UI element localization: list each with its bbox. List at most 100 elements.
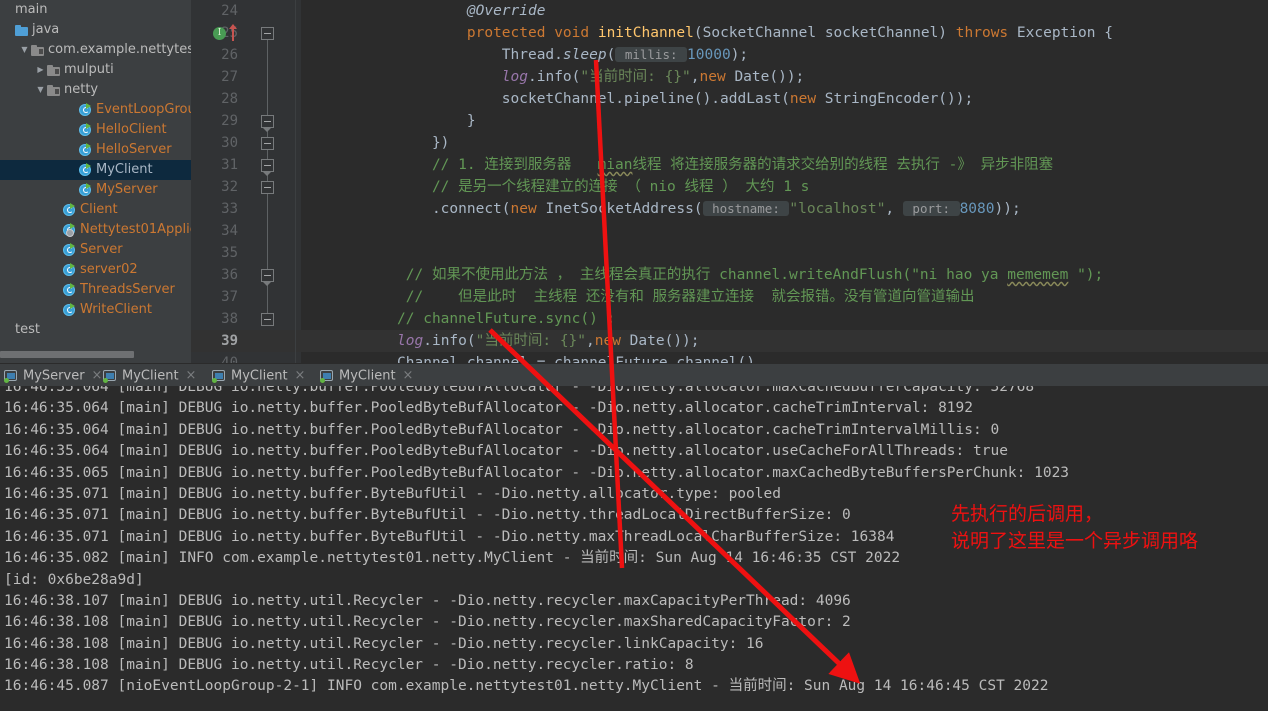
editor-gutter[interactable]: 2425262728293031323334353637383940I bbox=[191, 0, 301, 371]
tree-item-label: java bbox=[32, 22, 60, 37]
tree-item-netty[interactable]: ▼ netty bbox=[0, 80, 191, 100]
gutter-row[interactable]: 31 bbox=[191, 154, 301, 176]
code-line[interactable]: log.info("当前时间: {}",new Date()); bbox=[301, 66, 1268, 88]
editor-tab-myclient[interactable]: MyClient × bbox=[103, 364, 197, 388]
gutter-row[interactable]: 32 bbox=[191, 176, 301, 198]
console-line: 16:46:35.071 [main] DEBUG io.netty.buffe… bbox=[4, 528, 895, 545]
gutter-row[interactable]: 33 bbox=[191, 198, 301, 220]
tree-item-main[interactable]: main bbox=[0, 0, 191, 20]
gutter-row[interactable]: 26 bbox=[191, 44, 301, 66]
tree-item-helloserver[interactable]: HelloServer bbox=[0, 140, 191, 160]
tree-item-nettytest01application[interactable]: Nettytest01Application bbox=[0, 220, 191, 240]
code-line[interactable]: // 但是此时 主线程 还没有和 服务器建立连接 就会报错。没有管道向管道输出 bbox=[301, 286, 1268, 308]
fold-toggle-icon[interactable] bbox=[261, 158, 274, 172]
console-output[interactable]: 16:46:35.064 [main] DEBUG io.netty.buffe… bbox=[0, 386, 1268, 710]
code-line[interactable]: .connect(new InetSocketAddress( hostname… bbox=[301, 198, 1268, 220]
gutter-row[interactable]: 25 bbox=[191, 22, 301, 44]
gutter-row[interactable]: 29 bbox=[191, 110, 301, 132]
gutter-row[interactable]: 24 bbox=[191, 0, 301, 22]
gutter-row[interactable]: 38 bbox=[191, 308, 301, 330]
chevron-right-icon[interactable]: ▶ bbox=[34, 60, 47, 80]
tree-item-server02[interactable]: server02 bbox=[0, 260, 191, 280]
tree-item-mulputi[interactable]: ▶ mulputi bbox=[0, 60, 191, 80]
code-line[interactable]: @Override bbox=[301, 0, 1268, 22]
package-icon bbox=[31, 44, 44, 56]
project-tree[interactable]: main java ▼com.example.nettytest01▶mulput… bbox=[0, 0, 191, 340]
tree-item-server[interactable]: Server bbox=[0, 240, 191, 260]
gutter-row[interactable]: 39 bbox=[191, 330, 301, 352]
line-number: 30 bbox=[221, 135, 238, 151]
implements-method-icon[interactable]: I bbox=[213, 27, 226, 40]
code-line[interactable]: protected void initChannel(SocketChannel… bbox=[301, 22, 1268, 44]
gutter-row[interactable]: 34 bbox=[191, 220, 301, 242]
sidebar-horizontal-scrollbar[interactable] bbox=[0, 350, 191, 359]
gutter-row[interactable]: 37 bbox=[191, 286, 301, 308]
console-line: [id: 0x6be28a9d] bbox=[4, 571, 144, 588]
tree-item-myserver[interactable]: MyServer bbox=[0, 180, 191, 200]
close-icon[interactable]: × bbox=[403, 368, 414, 383]
tree-item-test[interactable]: test bbox=[0, 320, 191, 340]
editor-tab-myclient[interactable]: MyClient × bbox=[212, 364, 305, 388]
code-line[interactable]: Channel channel = channelFuture.channel(… bbox=[301, 352, 1268, 363]
editor-tab-myserver[interactable]: MyServer × bbox=[4, 364, 102, 388]
code-line[interactable]: // 1. 连接到服务器 mian线程 将连接服务器的请求交给别的线程 去执行 … bbox=[301, 154, 1268, 176]
gutter-row[interactable]: 36 bbox=[191, 264, 301, 286]
code-line[interactable]: } bbox=[301, 110, 1268, 132]
code-line[interactable]: log.info("当前时间: {}",new Date()); bbox=[301, 330, 1268, 352]
fold-toggle-icon[interactable] bbox=[261, 312, 274, 326]
code-line[interactable]: // 如果不使用此方法 ， 主线程会真正的执行 channel.writeAnd… bbox=[301, 264, 1268, 286]
fold-toggle-icon[interactable] bbox=[261, 26, 274, 40]
tree-item-com-example-nettytest01[interactable]: ▼ com.example.nettytest01 bbox=[0, 40, 191, 60]
chevron-down-icon[interactable]: ▼ bbox=[34, 80, 47, 100]
tree-item-helloclient[interactable]: HelloClient bbox=[0, 120, 191, 140]
tree-item-writeclient[interactable]: WriteClient bbox=[0, 300, 191, 320]
chevron-down-icon[interactable]: ▼ bbox=[18, 40, 31, 60]
java-class-icon bbox=[63, 242, 76, 257]
code-line[interactable]: Thread.sleep( millis: 10000); bbox=[301, 44, 1268, 66]
close-icon[interactable]: × bbox=[295, 368, 306, 383]
scrollbar-thumb[interactable] bbox=[0, 351, 134, 358]
fold-toggle-icon[interactable] bbox=[261, 114, 274, 128]
tree-item-label: netty bbox=[64, 82, 99, 97]
gutter-row[interactable]: 30 bbox=[191, 132, 301, 154]
tab-label: MyServer bbox=[23, 368, 85, 384]
gutter-row[interactable]: 27 bbox=[191, 66, 301, 88]
fold-end-arrow-icon bbox=[262, 171, 272, 176]
code-line[interactable]: }) bbox=[301, 132, 1268, 154]
code-content[interactable]: @Override protected void initChannel(Soc… bbox=[301, 0, 1268, 363]
tab-label: MyClient bbox=[231, 368, 288, 384]
tree-item-client[interactable]: Client bbox=[0, 200, 191, 220]
editor-tab-bar[interactable]: MyServer × MyClient × MyClient × MyClient × bbox=[0, 363, 1268, 388]
gutter-row[interactable]: 35 bbox=[191, 242, 301, 264]
editor-tab-myclient[interactable]: MyClient × bbox=[320, 364, 413, 388]
tree-item-java[interactable]: java bbox=[0, 20, 191, 40]
fold-toggle-icon[interactable] bbox=[261, 180, 274, 194]
code-line[interactable] bbox=[301, 242, 1268, 264]
tree-item-threadsserver[interactable]: ThreadsServer bbox=[0, 280, 191, 300]
fold-toggle-icon[interactable] bbox=[261, 268, 274, 282]
code-line[interactable]: socketChannel.pipeline().addLast(new Str… bbox=[301, 88, 1268, 110]
tree-item-eventloopgrouptest[interactable]: EventLoopGroupTest bbox=[0, 100, 191, 120]
line-number: 29 bbox=[221, 113, 238, 129]
console-line: 16:46:35.071 [main] DEBUG io.netty.buffe… bbox=[4, 485, 781, 502]
tree-item-myclient[interactable]: MyClient bbox=[0, 160, 191, 180]
fold-toggle-icon[interactable] bbox=[261, 136, 274, 150]
gutter-row[interactable]: 28 bbox=[191, 88, 301, 110]
close-icon[interactable]: × bbox=[92, 368, 103, 383]
code-line[interactable] bbox=[301, 220, 1268, 242]
close-icon[interactable]: × bbox=[186, 368, 197, 383]
project-tree-panel[interactable]: main java ▼com.example.nettytest01▶mulput… bbox=[0, 0, 191, 363]
java-class-icon bbox=[79, 182, 92, 197]
java-run-config-icon bbox=[212, 369, 226, 383]
code-line[interactable]: // 是另一个线程建立的连接 （ nio 线程 ） 大约 1 s bbox=[301, 176, 1268, 198]
override-arrow-up-icon[interactable] bbox=[229, 24, 237, 41]
code-line[interactable]: // channelFuture.sync() ; bbox=[301, 308, 1268, 330]
java-run-config-icon bbox=[103, 369, 117, 383]
console-line: 16:46:38.108 [main] DEBUG io.netty.util.… bbox=[4, 657, 694, 674]
code-editor[interactable]: 2425262728293031323334353637383940I @Ove… bbox=[191, 0, 1268, 371]
